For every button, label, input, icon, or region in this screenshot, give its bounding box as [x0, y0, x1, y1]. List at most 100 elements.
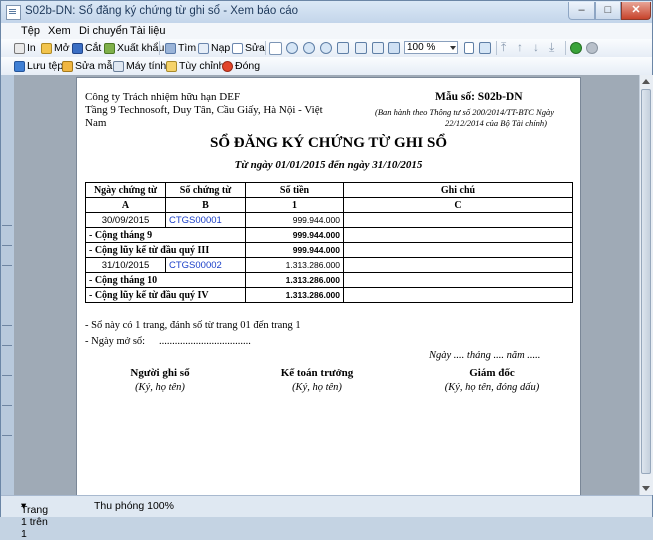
report-page: Công ty Trách nhiệm hữu hạn DEF Tầng 9 T… [76, 77, 581, 495]
title-bar: S02b-DN: Sổ đăng ký chứng từ ghi sổ - Xe… [1, 1, 652, 23]
table-row: - Cộng lũy kế từ đầu quý III 999.944.000 [85, 242, 573, 258]
subtotal-label: - Cộng lũy kế từ đầu quý III [85, 242, 246, 258]
entry-amount: 1.313.286.000 [245, 257, 344, 273]
entry-note [343, 257, 573, 273]
scrollbar-thumb[interactable] [641, 89, 651, 474]
form-regulation-note-cont: 22/12/2014 của Bộ Tài chính) [445, 118, 547, 128]
register-table: Ngày chứng từ Số chứng từ Số tiền Ghi ch… [85, 182, 573, 303]
company-address: Tầng 9 Technosoft, Duy Tân, Cầu Giấy, Hà… [85, 104, 323, 116]
folder-icon [41, 42, 52, 54]
first-page-icon[interactable]: ⤒ [501, 40, 506, 55]
form-regulation-note: (Ban hành theo Thông tư số 200/2014/TT-B… [375, 107, 554, 117]
customize-icon [166, 60, 177, 72]
column-header: Ghi chú [343, 182, 573, 198]
zoom-icon[interactable] [286, 42, 298, 54]
print-button[interactable]: In [14, 41, 36, 55]
export-button[interactable]: Xuất khẩu [104, 41, 164, 55]
column-code: C [343, 197, 573, 213]
document-icon [6, 5, 21, 20]
zoom-status: Thu phóng 100% [94, 500, 174, 512]
minimize-button[interactable]: – [568, 2, 595, 20]
two-pages-icon[interactable] [372, 42, 384, 54]
column-header: Ngày chứng từ [85, 182, 166, 198]
subtotal-amount: 999.944.000 [245, 242, 344, 258]
column-code: 1 [245, 197, 344, 213]
signer-recorder-note: (Ký, họ tên) [135, 382, 185, 393]
next-page-icon[interactable]: ↓ [533, 40, 539, 54]
hand-tool-icon[interactable] [269, 42, 282, 55]
back-icon[interactable] [570, 42, 582, 54]
report-period: Từ ngày 01/01/2015 đến ngày 31/10/2015 [234, 159, 423, 171]
open-date-label: - Ngày mở sổ: [85, 336, 146, 347]
zoom-select[interactable]: 100 % [404, 41, 458, 54]
save-file-button[interactable]: Lưu tệp [14, 59, 63, 73]
status-bar: Trang 1 trên 1 ▾ Thu phóng 100% [1, 495, 652, 540]
export-icon [104, 42, 115, 54]
computer-icon [113, 60, 124, 72]
page-indicator[interactable]: Trang 1 trên 1 ▾ [21, 500, 48, 540]
menu-file[interactable]: Tệp [21, 25, 40, 37]
binoculars-icon [165, 42, 176, 54]
prev-page-icon[interactable]: ↑ [517, 40, 523, 54]
save-file-icon [14, 60, 25, 72]
entry-note [343, 212, 573, 228]
maximize-button[interactable]: □ [595, 2, 621, 20]
open-button[interactable]: Mở [41, 41, 70, 55]
column-code: A [85, 197, 166, 213]
edit-template-button[interactable]: Sửa mẫu [62, 59, 118, 73]
secondary-toolbar: Lưu tệp Sửa mẫu Máy tính Tùy chỉnh Đóng [1, 57, 652, 76]
chevron-down-icon [450, 46, 456, 50]
zoom-out-icon[interactable] [320, 42, 332, 54]
forward-icon[interactable] [586, 42, 598, 54]
form-number: Mẫu số: S02b-DN [435, 91, 523, 103]
voucher-link[interactable]: CTGS00001 [165, 212, 246, 228]
fit-width-icon[interactable] [355, 42, 367, 54]
printer-icon [14, 42, 25, 54]
signer-recorder-title: Người ghi sổ [130, 367, 190, 379]
actual-size-icon[interactable] [388, 42, 400, 54]
pencil-icon [62, 60, 73, 72]
scroll-down-icon[interactable] [642, 486, 650, 491]
close-report-button[interactable]: Đóng [222, 59, 260, 73]
fit-page-icon[interactable] [337, 42, 349, 54]
single-page-icon[interactable] [464, 42, 474, 54]
load-button[interactable]: Nạp [198, 41, 230, 55]
table-row: - Cộng tháng 10 1.313.286.000 [85, 272, 573, 288]
save-disk-icon [72, 42, 83, 54]
printer-settings-button[interactable]: Máy tính [113, 59, 166, 73]
table-row: 30/09/2015 CTGS00001 999.944.000 [85, 212, 573, 228]
vertical-scrollbar[interactable] [639, 75, 653, 495]
signer-chief-accountant-title: Kế toán trưởng [280, 367, 354, 379]
signer-director-title: Giám đốc [469, 367, 515, 379]
column-header: Số tiền [245, 182, 344, 198]
find-button[interactable]: Tìm [165, 41, 196, 55]
close-icon [222, 60, 233, 72]
customize-button[interactable]: Tùy chỉnh [166, 59, 225, 73]
close-window-button[interactable]: ✕ [621, 2, 651, 20]
table-header-row: Ngày chứng từ Số chứng từ Số tiền Ghi ch… [85, 182, 573, 198]
column-code: B [165, 197, 246, 213]
menu-view[interactable]: Xem [48, 25, 71, 37]
menu-document[interactable]: Tài liệu [130, 25, 165, 37]
table-row: - Cộng lũy kế từ đầu quý IV 1.313.286.00… [85, 287, 573, 303]
subtotal-label: - Cộng tháng 9 [85, 227, 246, 243]
menu-navigate[interactable]: Di chuyển [79, 25, 128, 37]
zoom-in-icon[interactable] [303, 42, 315, 54]
voucher-link[interactable]: CTGS00002 [165, 257, 246, 273]
entry-date: 31/10/2015 [85, 257, 166, 273]
subtotal-label: - Cộng lũy kế từ đầu quý IV [85, 287, 246, 303]
continuous-icon[interactable] [479, 42, 491, 54]
signer-director-note: (Ký, họ tên, đóng dấu) [444, 382, 540, 393]
open-date-dots: ................................... [159, 336, 251, 347]
last-page-icon[interactable]: ⤓ [549, 40, 554, 55]
edit-button[interactable]: Sửa [232, 41, 265, 55]
column-header: Số chứng từ [165, 182, 246, 198]
report-viewport[interactable]: Công ty Trách nhiệm hữu hạn DEF Tầng 9 T… [14, 75, 639, 495]
cut-button[interactable]: Cắt [72, 41, 101, 55]
subtotal-amount: 1.313.286.000 [245, 272, 344, 288]
table-row: - Cộng tháng 9 999.944.000 [85, 227, 573, 243]
subtotal-amount: 999.944.000 [245, 227, 344, 243]
scroll-up-icon[interactable] [642, 79, 650, 84]
report-viewer-window: S02b-DN: Sổ đăng ký chứng từ ghi sổ - Xe… [0, 0, 653, 540]
report-title: SỔ ĐĂNG KÝ CHỨNG TỪ GHI SỔ [210, 135, 447, 151]
